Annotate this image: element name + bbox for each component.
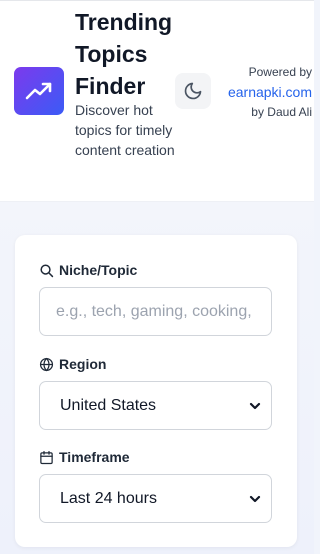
search-icon [40,263,54,277]
niche-label: Niche/Topic [39,261,137,279]
timeframe-label-text: Timeframe [59,449,130,465]
trending-up-icon [14,67,64,115]
niche-input[interactable] [39,287,272,336]
calendar-icon [40,450,53,464]
page: Trending Topics Finder Discover hot topi… [0,0,314,554]
search-form-card: Niche/Topic Region United States [15,235,297,547]
author-byline: by Daud Ali [251,105,312,119]
timeframe-select[interactable]: Last 24 hours [39,474,272,523]
niche-label-text: Niche/Topic [59,262,138,278]
timeframe-selected-value: Last 24 hours [60,489,157,507]
app-title: Trending Topics Finder [75,9,173,99]
region-select[interactable]: United States [39,381,272,430]
theme-toggle-button[interactable] [175,73,211,109]
globe-icon [39,357,54,371]
powered-by-text: Powered by [248,65,312,79]
site-link[interactable]: earnapki.com [212,81,312,103]
chevron-down-icon [249,495,261,502]
region-label: Region [39,355,106,373]
chevron-down-icon [249,402,261,409]
moon-icon [184,82,202,100]
region-label-text: Region [59,356,107,372]
region-selected-value: United States [60,396,157,414]
app-subtitle: Discover hot topics for timely content c… [75,102,175,158]
timeframe-label: Timeframe [39,448,130,466]
credits: Powered by earnapki.com by Daud Ali [212,63,312,121]
app-header: Trending Topics Finder Discover hot topi… [0,0,314,202]
